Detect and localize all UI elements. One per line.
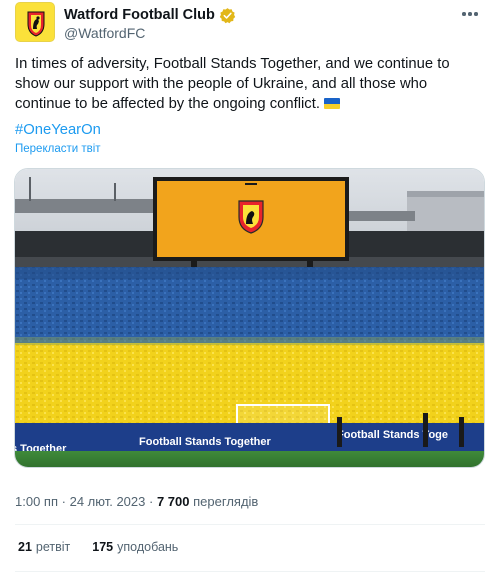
account-name-row[interactable]: Watford Football Club (64, 6, 236, 24)
translate-tweet-link[interactable]: Перекласти твіт (15, 143, 101, 155)
account-name[interactable]: Watford Football Club (64, 7, 215, 23)
tweet-date[interactable]: 24 лют. 2023 (70, 494, 146, 509)
likes-count: 175 (92, 540, 114, 554)
account-handle[interactable]: @WatfordFC (64, 25, 145, 41)
meta-separator: · (61, 494, 66, 509)
divider (15, 524, 485, 525)
tweet-meta: 1:00 пп · 24 лют. 2023 · 7 700 перегляді… (15, 494, 258, 509)
tweet-photo[interactable]: Football Stands Together Football Stands… (14, 168, 485, 468)
ukraine-flag-icon (323, 98, 340, 109)
views-count: 7 700 (156, 494, 190, 509)
more-options-icon[interactable] (458, 4, 482, 24)
hashtag-link[interactable]: #OneYearOn (15, 122, 101, 138)
retweets-count: 21 (18, 540, 32, 554)
tweet-text: In times of adversity, Football Stands T… (15, 54, 485, 114)
avatar[interactable] (15, 2, 55, 42)
tweet-stats: 21 ретвіт 175 уподобань (18, 540, 178, 554)
meta-separator: · (149, 494, 154, 509)
tweet-body: In times of adversity, Football Stands T… (15, 56, 450, 112)
views-label: переглядів (193, 494, 259, 509)
likes-stat[interactable]: 175 уподобань (92, 540, 178, 554)
banner-text-right: Football Stands Toge (337, 429, 448, 441)
retweets-label: ретвіт (35, 540, 71, 554)
likes-label: уподобань (117, 540, 179, 554)
verified-badge-icon (219, 7, 236, 23)
stadium-photo-image: Football Stands Together Football Stands… (15, 169, 484, 467)
retweets-stat[interactable]: 21 ретвіт (18, 540, 70, 554)
tweet-card: Watford Football Club @WatfordFC In time… (0, 0, 496, 573)
tweet-time[interactable]: 1:00 пп (15, 494, 58, 509)
divider (15, 571, 485, 572)
watford-crest-icon (16, 3, 54, 41)
